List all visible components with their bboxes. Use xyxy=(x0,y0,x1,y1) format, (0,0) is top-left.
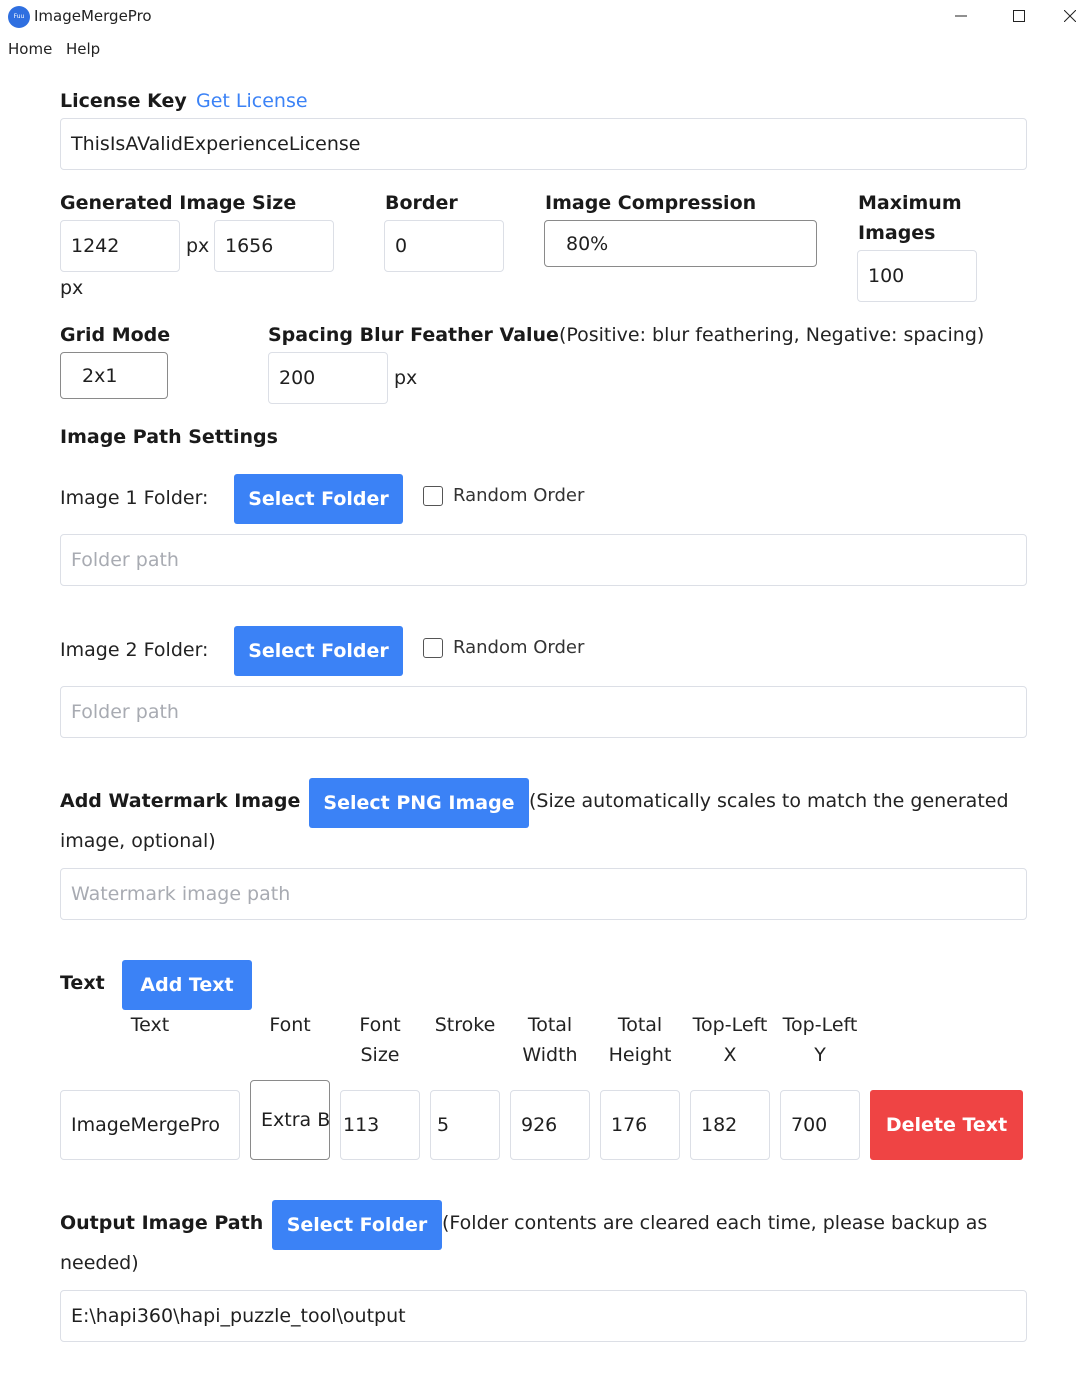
col-header-total-height: Total Height xyxy=(608,1014,672,1066)
col-header-total-width: Total Width xyxy=(522,1014,578,1066)
image2-folder-path-placeholder: Folder path xyxy=(71,701,179,723)
delete-text-button[interactable]: Delete Text xyxy=(870,1090,1023,1160)
license-key-value: ThisIsAValidExperienceLicense xyxy=(71,133,361,155)
output-path-value: E:\hapi360\hapi_puzzle_tool\output xyxy=(71,1305,406,1327)
col-header-top-left-x: Top-Left X xyxy=(692,1014,768,1066)
spacing-hint: (Positive: blur feathering, Negative: sp… xyxy=(558,324,985,346)
minimize-button[interactable] xyxy=(938,0,984,32)
watermark-path-placeholder: Watermark image path xyxy=(71,883,291,905)
image-height-value: 1656 xyxy=(225,235,274,257)
watermark-label: Add Watermark Image xyxy=(60,790,301,812)
image-path-heading: Image Path Settings xyxy=(60,426,278,448)
grid-mode-label: Grid Mode xyxy=(60,324,171,346)
window-title: ImageMergePro xyxy=(34,7,152,25)
menu-help[interactable]: Help xyxy=(66,40,100,58)
spacing-unit-label: px xyxy=(394,367,418,389)
top-left-y-value: 700 xyxy=(791,1114,828,1136)
stroke-input[interactable]: 5 xyxy=(430,1090,500,1160)
maximize-icon xyxy=(1013,10,1025,22)
grid-mode-select[interactable]: 2x1 xyxy=(60,352,168,399)
image1-folder-label: Image 1 Folder: xyxy=(60,487,209,509)
image-height-input[interactable]: 1656 xyxy=(214,220,334,272)
image2-folder-label: Image 2 Folder: xyxy=(60,639,209,661)
image1-folder-path-placeholder: Folder path xyxy=(71,549,179,571)
compression-value: 80% xyxy=(566,232,609,255)
output-hint-line1: (Folder contents are cleared each time, … xyxy=(442,1212,988,1234)
total-height-input[interactable]: 176 xyxy=(600,1090,680,1160)
image-size-label: Generated Image Size xyxy=(60,192,297,214)
output-select-folder-button[interactable]: Select Folder xyxy=(272,1200,442,1250)
select-png-image-button[interactable]: Select PNG Image xyxy=(309,778,529,828)
image2-random-order-label: Random Order xyxy=(453,637,585,658)
col-header-font-size: Font Size xyxy=(359,1014,401,1066)
watermark-path-input[interactable]: Watermark image path xyxy=(60,868,1027,920)
image1-folder-path-input[interactable]: Folder path xyxy=(60,534,1027,586)
stroke-value: 5 xyxy=(437,1114,450,1136)
compression-label: Image Compression xyxy=(545,192,757,214)
image1-random-order-label: Random Order xyxy=(453,485,585,506)
menu-home[interactable]: Home xyxy=(8,40,52,58)
image2-select-folder-button[interactable]: Select Folder xyxy=(234,626,403,676)
border-input[interactable]: 0 xyxy=(384,220,504,272)
width-unit-label: px xyxy=(186,235,210,257)
get-license-link[interactable]: Get License xyxy=(196,90,308,112)
border-label: Border xyxy=(385,192,458,214)
image-width-value: 1242 xyxy=(71,235,120,257)
image1-random-order-checkbox[interactable] xyxy=(423,486,443,506)
max-images-value: 100 xyxy=(868,265,905,287)
spacing-value: 200 xyxy=(279,367,316,389)
font-size-value: 113 xyxy=(343,1114,380,1136)
add-text-button[interactable]: Add Text xyxy=(122,960,252,1010)
spacing-input[interactable]: 200 xyxy=(268,352,388,404)
col-header-text: Text xyxy=(130,1014,170,1036)
spacing-label-row: Spacing Blur Feather Value(Positive: blu… xyxy=(268,324,984,346)
text-section-label: Text xyxy=(60,972,105,994)
top-left-x-value: 182 xyxy=(701,1114,738,1136)
output-hint-line2: needed) xyxy=(60,1252,139,1274)
grid-mode-value: 2x1 xyxy=(82,364,118,387)
top-left-x-input[interactable]: 182 xyxy=(690,1090,770,1160)
output-path-label: Output Image Path xyxy=(60,1212,264,1234)
total-height-value: 176 xyxy=(611,1114,648,1136)
top-left-y-input[interactable]: 700 xyxy=(780,1090,860,1160)
border-value: 0 xyxy=(395,235,408,257)
font-select[interactable]: Extra Bold xyxy=(250,1080,330,1160)
image1-select-folder-button[interactable]: Select Folder xyxy=(234,474,403,524)
text-content-input[interactable]: ImageMergePro xyxy=(60,1090,240,1160)
close-icon xyxy=(1064,10,1076,22)
col-header-stroke: Stroke xyxy=(434,1014,496,1036)
max-images-input[interactable]: 100 xyxy=(857,250,977,302)
total-width-value: 926 xyxy=(521,1114,558,1136)
compression-select[interactable]: 80% xyxy=(544,220,817,267)
max-images-label-line1: Maximum xyxy=(858,192,962,214)
app-logo-icon: Fuu xyxy=(8,6,30,28)
max-images-label-line2: Images xyxy=(858,222,936,244)
font-value: Extra Bold xyxy=(261,1109,330,1131)
total-width-input[interactable]: 926 xyxy=(510,1090,590,1160)
font-size-input[interactable]: 113 xyxy=(340,1090,420,1160)
license-key-label: License Key xyxy=(60,90,187,112)
close-button[interactable] xyxy=(1054,0,1086,32)
text-content-value: ImageMergePro xyxy=(71,1114,220,1136)
spacing-label: Spacing Blur Feather Value xyxy=(268,324,559,346)
output-path-input[interactable]: E:\hapi360\hapi_puzzle_tool\output xyxy=(60,1290,1027,1342)
col-header-top-left-y: Top-Left Y xyxy=(782,1014,858,1066)
watermark-hint-line2: image, optional) xyxy=(60,830,216,852)
col-header-font: Font xyxy=(269,1014,311,1036)
image2-folder-path-input[interactable]: Folder path xyxy=(60,686,1027,738)
license-key-input[interactable]: ThisIsAValidExperienceLicense xyxy=(60,118,1027,170)
minimize-icon xyxy=(955,15,967,17)
watermark-hint-line1: (Size automatically scales to match the … xyxy=(529,790,1009,812)
maximize-button[interactable] xyxy=(996,0,1042,32)
image-width-input[interactable]: 1242 xyxy=(60,220,180,272)
height-unit-label: px xyxy=(60,277,84,299)
image2-random-order-checkbox[interactable] xyxy=(423,638,443,658)
